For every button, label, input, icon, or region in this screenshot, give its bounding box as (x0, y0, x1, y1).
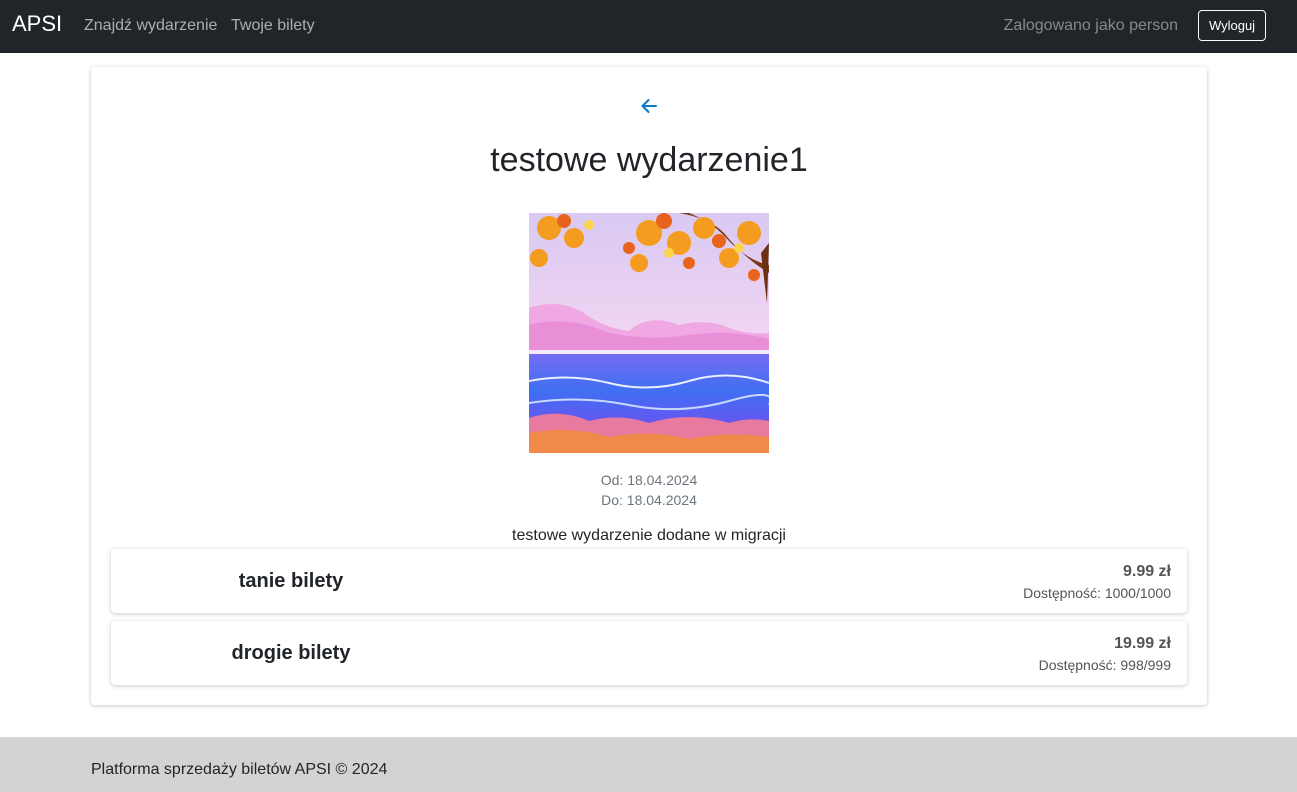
ticket-option[interactable]: tanie bilety 9.99 zł Dostępność: 1000/10… (111, 549, 1187, 613)
ticket-price: 9.99 zł (1122, 563, 1171, 580)
ticket-option[interactable]: drogie bilety 19.99 zł Dostępność: 998/9… (111, 621, 1187, 685)
event-dates: Od: 18.04.2024 Do: 18.04.2024 (91, 470, 1207, 510)
arrow-left-icon[interactable] (639, 96, 659, 116)
footer: Platforma sprzedaży biletów APSI © 2024 (0, 737, 1297, 792)
navbar: APSI Znajdź wydarzenie Twoje bilety Zalo… (0, 0, 1297, 53)
event-details-card: testowe wydarzenie1 Od: 18.04.2024 Do: 1… (91, 67, 1207, 705)
ticket-availability: Dostępność: 998/999 (1038, 657, 1171, 673)
event-date-from: Od: 18.04.2024 (600, 472, 698, 488)
event-description: testowe wydarzenie dodane w migracji (512, 527, 786, 544)
event-image (529, 213, 769, 453)
ticket-price: 19.99 zł (1114, 635, 1171, 652)
ticket-name: tanie bilety (238, 570, 344, 592)
logout-button[interactable]: Wyloguj (1198, 10, 1266, 41)
brand-logo[interactable]: APSI (12, 11, 62, 37)
ticket-availability: Dostępność: 1000/1000 (1023, 585, 1171, 601)
event-title: testowe wydarzenie1 (490, 141, 808, 179)
ticket-name: drogie bilety (231, 642, 351, 664)
event-date-to: Do: 18.04.2024 (601, 492, 697, 508)
logged-in-status: Zalogowano jako person (1003, 17, 1178, 34)
nav-link-find-event[interactable]: Znajdź wydarzenie (84, 17, 217, 35)
footer-text: Platforma sprzedaży biletów APSI © 2024 (91, 761, 388, 778)
nav-link-your-tickets[interactable]: Twoje bilety (231, 17, 315, 35)
